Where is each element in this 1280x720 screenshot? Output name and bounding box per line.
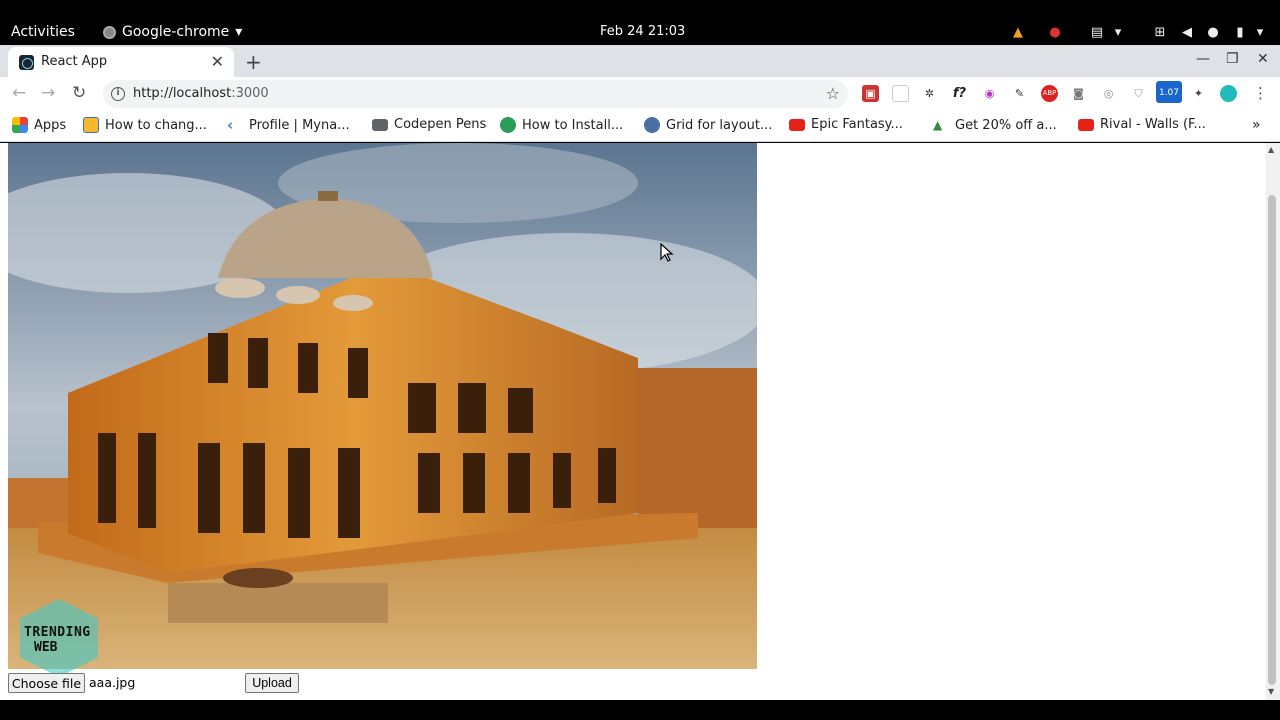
- apps-grid-icon: [12, 117, 28, 133]
- bookmark-star-icon[interactable]: ☆: [826, 84, 840, 103]
- extension-red-icon[interactable]: ▣: [862, 85, 879, 102]
- tab-react-app[interactable]: React App ✕: [8, 47, 234, 77]
- scroll-up-arrow-icon[interactable]: ▲: [1268, 145, 1274, 154]
- bookmark-item[interactable]: Epic Fantasy...: [789, 117, 903, 132]
- upload-button[interactable]: Upload: [245, 673, 299, 693]
- url-text[interactable]: http://localhost:3000: [133, 86, 269, 101]
- forward-icon[interactable]: →: [41, 83, 55, 103]
- bookmark-item[interactable]: ▲ Get 20% off a...: [933, 117, 1057, 133]
- broadcast-icon[interactable]: ◉: [981, 85, 998, 102]
- system-top-bar: Activities Google-chrome ▾ Feb 24 21:03 …: [0, 20, 1280, 45]
- chrome-icon: [103, 25, 116, 39]
- globe-icon: [644, 117, 660, 133]
- whatfont-icon[interactable]: f?: [951, 85, 968, 102]
- watermark-line1: TRENDING: [24, 625, 91, 640]
- bookmark-label: Epic Fantasy...: [811, 117, 903, 132]
- trending-web-watermark: TRENDING WEB: [20, 599, 110, 677]
- bug-icon[interactable]: ✲: [921, 85, 938, 102]
- activities-button[interactable]: Activities: [11, 24, 75, 40]
- browser-toolbar: ← → ↻ i http://localhost:3000 ☆ ▣ ✲ f? ◉…: [0, 77, 1280, 110]
- bookmark-label: Apps: [34, 117, 67, 133]
- bookmark-label: Codepen Pens: [394, 117, 487, 132]
- kebab-menu-icon[interactable]: ⋮: [1252, 85, 1269, 102]
- bookmark-label: Get 20% off a...: [955, 117, 1057, 133]
- bookmark-label: How to Install...: [522, 117, 624, 133]
- battery-icon[interactable]: ▮: [1230, 22, 1250, 42]
- url-host: http://localhost: [133, 86, 232, 101]
- bookmark-label: How to chang...: [105, 117, 207, 133]
- shield-icon[interactable]: ⛉: [1130, 85, 1147, 102]
- restore-icon[interactable]: ❐: [1226, 51, 1239, 67]
- monument-photo: [8, 143, 757, 669]
- network-icon[interactable]: ⊞: [1150, 22, 1170, 42]
- page-viewport: TRENDING WEB Choose file aaa.jpg Upload …: [0, 143, 1280, 700]
- reload-icon[interactable]: ↻: [72, 83, 86, 103]
- youtube-icon: [789, 118, 805, 131]
- bookmark-item[interactable]: Rival - Walls (F...: [1078, 117, 1206, 132]
- volume-icon[interactable]: ◀: [1177, 22, 1197, 42]
- app-menu[interactable]: Google-chrome ▾: [103, 24, 242, 40]
- microphone-icon[interactable]: ●: [1203, 22, 1223, 42]
- bookmark-apps[interactable]: Apps: [12, 117, 66, 133]
- bookmark-item[interactable]: Grid for layout...: [644, 117, 772, 133]
- bookmark-label: Rival - Walls (F...: [1100, 117, 1206, 132]
- chevron-down-icon[interactable]: ▾: [1108, 22, 1128, 42]
- react-icon: [19, 55, 34, 70]
- chrome-ext-icon[interactable]: ◎: [1100, 85, 1117, 102]
- app-menu-label: Google-chrome: [122, 24, 230, 40]
- bookmark-label: Grid for layout...: [666, 117, 773, 133]
- vlc-icon[interactable]: ▲: [1008, 22, 1028, 42]
- address-bar[interactable]: i http://localhost:3000 ☆: [103, 80, 848, 108]
- extension-badge[interactable]: 1.07: [1156, 81, 1182, 103]
- watermark-line2: WEB: [34, 640, 58, 655]
- bookmark-item[interactable]: Codepen Pens: [372, 117, 486, 132]
- grammarly-icon[interactable]: [1220, 85, 1237, 102]
- minimize-icon[interactable]: —: [1196, 51, 1210, 67]
- mouse-cursor-icon: [660, 243, 674, 262]
- puzzle-icon[interactable]: ✦: [1190, 85, 1207, 102]
- choose-file-button[interactable]: Choose file: [8, 673, 85, 693]
- desktop: Activities Google-chrome ▾ Feb 24 21:03 …: [0, 0, 1280, 720]
- scroll-down-arrow-icon[interactable]: ▼: [1268, 687, 1274, 696]
- youtube-icon: [1078, 118, 1094, 131]
- bookmark-item[interactable]: How to chang...: [83, 117, 207, 133]
- url-port: :3000: [231, 86, 269, 101]
- bookmark-item[interactable]: ‹ Profile | Myna...: [227, 117, 350, 133]
- bookmarks-bar: Apps How to chang... ‹ Profile | Myna...…: [0, 110, 1280, 142]
- scrollbar-thumb[interactable]: [1268, 195, 1276, 685]
- site-info-icon[interactable]: i: [111, 87, 125, 101]
- bookmark-label: Profile | Myna...: [249, 117, 350, 133]
- linux-icon: [83, 117, 99, 133]
- selected-file-name: aaa.jpg: [89, 675, 136, 690]
- extension-blank-icon[interactable]: [892, 85, 909, 102]
- chevron-down-icon[interactable]: ▾: [1250, 22, 1270, 42]
- adblock-icon[interactable]: ABP: [1041, 85, 1058, 102]
- folder-icon: [372, 118, 388, 131]
- more-bookmarks-icon[interactable]: »: [1252, 117, 1261, 133]
- uploaded-image-preview: [8, 143, 757, 669]
- record-icon[interactable]: ●: [1045, 22, 1065, 42]
- bookmark-item[interactable]: How to Install...: [500, 117, 623, 133]
- new-tab-button[interactable]: +: [245, 50, 262, 74]
- tool-icon: [500, 117, 516, 133]
- tab-title: React App: [41, 54, 108, 69]
- tab-strip: React App ✕ + — ❐ ✕: [0, 45, 1280, 77]
- clock[interactable]: Feb 24 21:03: [600, 24, 685, 39]
- close-tab-icon[interactable]: ✕: [211, 52, 224, 71]
- close-window-icon[interactable]: ✕: [1257, 51, 1269, 67]
- chevron-down-icon: ▾: [235, 24, 243, 40]
- clipboard-icon[interactable]: ▤: [1087, 22, 1107, 42]
- envato-icon: ▲: [933, 118, 943, 132]
- back-icon[interactable]: ←: [12, 83, 26, 103]
- eyedropper-icon[interactable]: ✎: [1011, 85, 1028, 102]
- myna-icon: ‹: [227, 116, 234, 134]
- camera-icon[interactable]: ◙: [1070, 85, 1087, 102]
